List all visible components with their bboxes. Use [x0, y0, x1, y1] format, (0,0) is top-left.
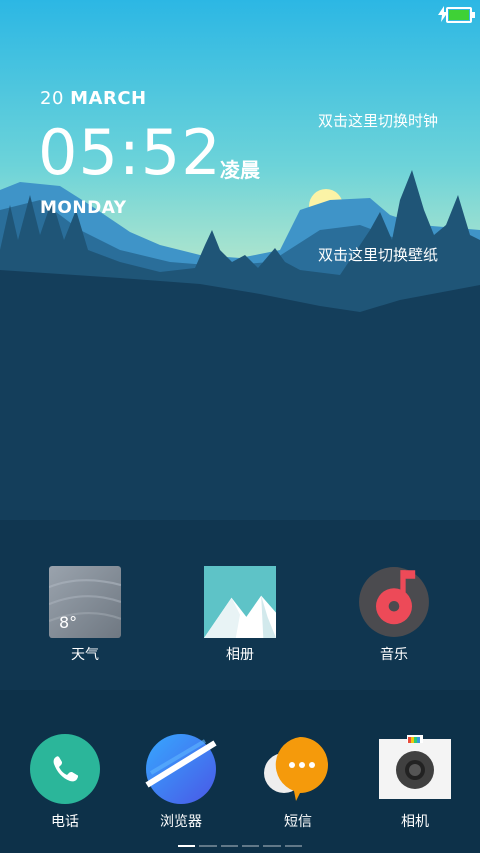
page-indicator: [178, 845, 302, 847]
clock-weekday: MONDAY: [40, 198, 127, 218]
clock-date[interactable]: 20 MARCH: [40, 88, 147, 109]
dock-browser-label: 浏览器: [160, 814, 202, 830]
page-dot-1[interactable]: [178, 845, 196, 847]
phone-icon: [29, 733, 101, 805]
app-gallery[interactable]: 相册: [185, 566, 295, 664]
dock-camera-label: 相机: [401, 814, 429, 830]
dock-messages[interactable]: 短信: [243, 733, 353, 831]
page-dot-6[interactable]: [284, 845, 302, 847]
browser-icon: [145, 733, 217, 805]
music-icon: [358, 566, 430, 638]
dock-phone[interactable]: 电话: [10, 733, 120, 831]
clock-month: MARCH: [70, 88, 147, 109]
dock-phone-label: 电话: [51, 814, 79, 830]
weather-icon: 8°: [48, 566, 122, 638]
clock-time[interactable]: 05:52: [38, 118, 222, 188]
weather-temperature: 8°: [59, 613, 78, 632]
message-icon: [262, 733, 334, 805]
page-dot-4[interactable]: [241, 845, 260, 847]
switch-wallpaper-hint[interactable]: 双击这里切换壁纸: [318, 244, 438, 265]
page-dot-3[interactable]: [220, 845, 238, 847]
camera-icon: [379, 733, 451, 805]
page-dot-5[interactable]: [263, 845, 281, 847]
dock-camera[interactable]: 相机: [360, 733, 470, 831]
gallery-icon: [204, 566, 276, 638]
app-weather-label: 天气: [71, 647, 99, 663]
clock-period: 凌晨: [220, 158, 260, 182]
status-bar: [0, 0, 480, 28]
app-gallery-label: 相册: [226, 647, 254, 663]
clock-day: 20: [40, 88, 64, 109]
switch-clock-hint[interactable]: 双击这里切换时钟: [318, 110, 438, 131]
dock-browser[interactable]: 浏览器: [126, 733, 236, 831]
battery-icon: [446, 7, 475, 23]
page-dot-2[interactable]: [199, 845, 217, 847]
app-music-label: 音乐: [380, 647, 408, 663]
app-weather[interactable]: 8° 天气: [30, 566, 140, 664]
dock-messages-label: 短信: [284, 814, 312, 830]
app-music[interactable]: 音乐: [339, 566, 449, 664]
